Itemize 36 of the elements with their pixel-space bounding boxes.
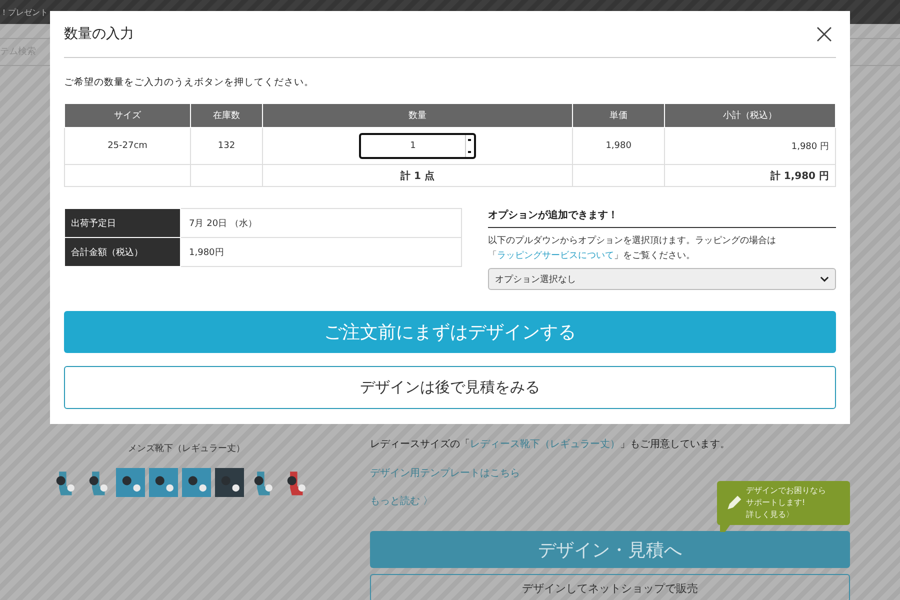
option-select[interactable]: オプション選択なし	[488, 268, 836, 290]
wrapping-service-link[interactable]: ラッピングサービスについて	[497, 251, 614, 261]
column-header: 数量	[262, 104, 572, 128]
column-header: 単価	[572, 104, 665, 128]
info-label: 合計金額（税込）	[64, 238, 180, 266]
chevron-down-icon	[820, 276, 829, 282]
info-value: 7月 20日 （水）	[180, 208, 462, 238]
pencil-icon	[725, 494, 743, 512]
sell-online-button[interactable]: デザインしてネットショップで販売	[370, 574, 850, 600]
options-heading: オプションが追加できます！	[488, 208, 836, 228]
read-more-link[interactable]: もっと読む 〉	[370, 494, 434, 508]
options-note: 以下のプルダウンからオプションを選択頂けます。ラッピングの場合は「ラッピングサービスについて」をご覧ください。	[488, 234, 777, 263]
product-caption: メンズ靴下（レギュラー丈）	[128, 442, 245, 455]
column-header: サイズ	[64, 104, 191, 128]
spinner-icon[interactable]	[464, 135, 474, 157]
description-text: レディースサイズの「レディース靴下（レギュラー丈）」もご用意しています。	[370, 438, 730, 452]
total-quantity: 計 1 点	[262, 164, 572, 186]
banner-text: ！プレゼント	[0, 7, 48, 18]
close-button[interactable]: ×	[812, 20, 836, 48]
info-label: 出荷予定日	[64, 208, 180, 238]
template-link[interactable]: デザイン用テンプレートはこちら	[370, 466, 520, 480]
info-value: 1,980円	[180, 238, 462, 266]
total-amount: 計 1,980 円	[664, 164, 836, 186]
design-first-button[interactable]: ご注文前にまずはデザインする	[64, 311, 836, 353]
design-estimate-button[interactable]: デザイン・見積へ	[370, 531, 850, 568]
table-cell: 132	[190, 128, 262, 164]
table-cell: 25-27cm	[64, 128, 191, 164]
table-cell: 1,980	[572, 128, 665, 164]
quantity-field[interactable]: 1	[358, 133, 476, 159]
estimate-later-button[interactable]: デザインは後で見積をみる	[64, 366, 836, 409]
instruction-text: ご希望の数量をご入力のうえボタンを押してください。	[64, 76, 315, 89]
table-cell: 1,980 円	[664, 128, 836, 164]
dialog-title: 数量の入力	[64, 25, 134, 43]
ladies-socks-link[interactable]: レディース靴下（レギュラー丈）	[470, 439, 620, 450]
column-header: 小計（税込）	[664, 104, 836, 128]
column-header: 在庫数	[190, 104, 262, 128]
